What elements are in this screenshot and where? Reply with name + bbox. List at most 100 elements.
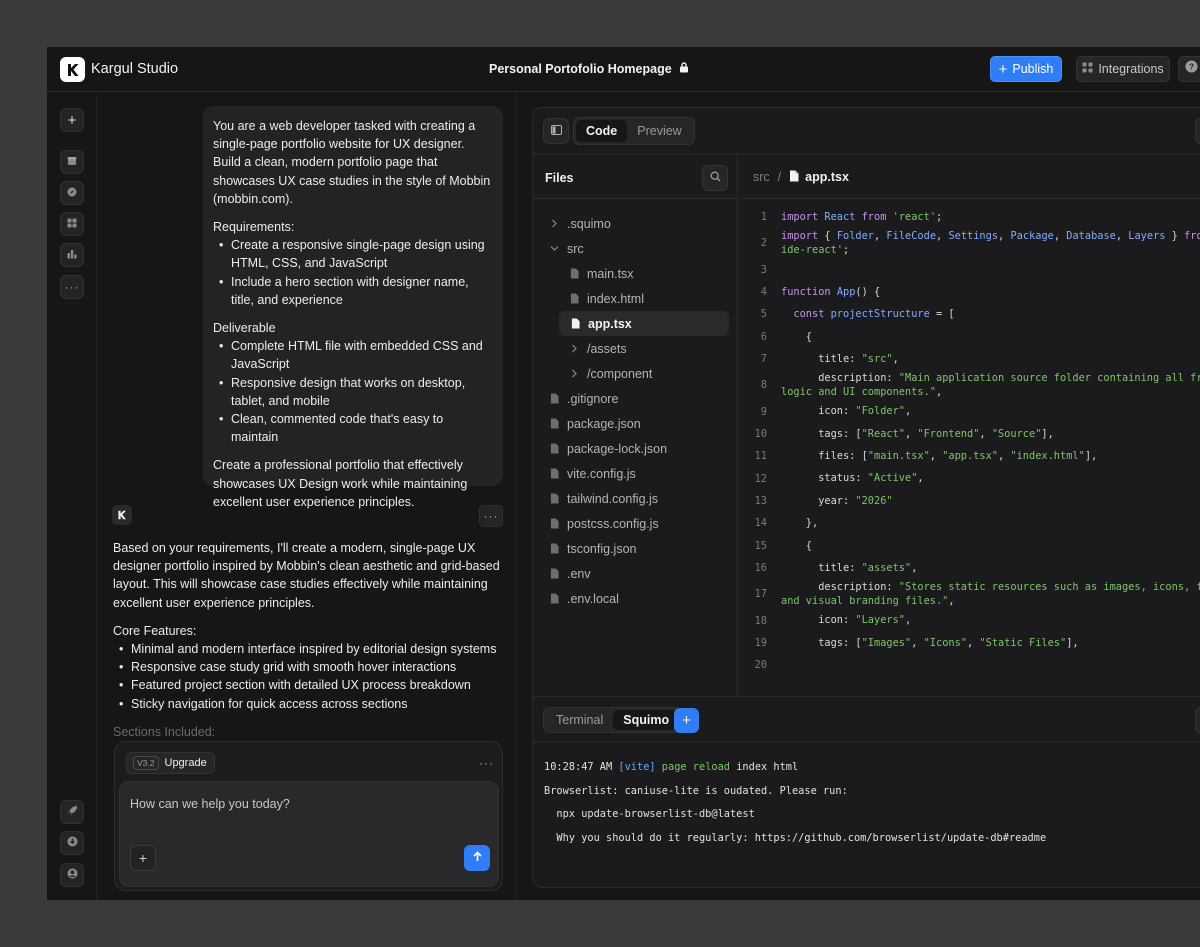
- rocket-icon: [67, 805, 78, 819]
- features-title: Core Features:: [113, 623, 197, 638]
- file-tree-item[interactable]: main.tsx: [533, 261, 738, 286]
- publish-label: Publish: [1012, 62, 1054, 76]
- deploy-button[interactable]: [60, 800, 84, 824]
- line-number: 3: [760, 263, 767, 276]
- terminal-line: 10:28:47 AM [vite] page reload index htm…: [544, 761, 799, 773]
- prompt-input[interactable]: How can we help you today? +: [119, 781, 499, 887]
- tab-terminal[interactable]: Terminal: [546, 710, 613, 730]
- terminal-action-button[interactable]: [1195, 707, 1200, 733]
- file-icon: [548, 443, 560, 454]
- box-icon: [67, 155, 77, 169]
- file-tree-item[interactable]: .env.local: [533, 586, 738, 611]
- assistant-message: Based on your requirements, I'll create …: [113, 539, 503, 713]
- code-line: 16 title: "assets",: [739, 557, 1200, 579]
- code-line: 6 {: [739, 326, 1200, 348]
- file-icon: [568, 293, 580, 304]
- line-number: 7: [760, 353, 767, 366]
- message-composer: V3.2 Upgrade ··· How can we help you tod…: [114, 741, 503, 891]
- file-tree-item[interactable]: /assets: [533, 336, 738, 361]
- help-icon: ?: [1185, 60, 1198, 78]
- code-content[interactable]: 1 import React from 'react'; 2 import { Fol…: [739, 206, 1200, 677]
- attach-button[interactable]: +: [130, 845, 156, 871]
- tab-code[interactable]: Code: [576, 120, 628, 142]
- code-line: 11 files: ["main.tsx", "app.tsx", "index…: [739, 445, 1200, 467]
- publish-button[interactable]: + Publish: [990, 56, 1062, 82]
- line-text: title: "assets",: [781, 562, 918, 575]
- line-number: 12: [754, 472, 767, 485]
- message-options-button[interactable]: ···: [479, 505, 503, 527]
- more-icon: ···: [64, 280, 80, 294]
- file-tree-item[interactable]: /component: [533, 361, 738, 386]
- prompt-placeholder: How can we help you today?: [130, 797, 290, 811]
- upgrade-button[interactable]: V3.2 Upgrade: [126, 752, 215, 774]
- code-line: 19 tags: ["Images", "Icons", "Static Fil…: [739, 632, 1200, 654]
- line-text: const projectStructure = [: [793, 308, 955, 321]
- more-button[interactable]: ···: [60, 275, 84, 299]
- new-chat-button[interactable]: +: [60, 108, 84, 132]
- line-text: },: [781, 517, 819, 530]
- tab-squimo[interactable]: Squimo: [613, 710, 680, 730]
- code-line: 2 import { Folder, FileCode, Settings, Pa…: [739, 228, 1200, 258]
- line-number: 16: [754, 562, 767, 575]
- integrations-button[interactable]: Integrations: [1076, 56, 1170, 82]
- download-button[interactable]: [60, 831, 84, 855]
- file-icon: [548, 393, 560, 404]
- files-title: Files: [545, 171, 574, 185]
- explore-button[interactable]: [60, 181, 84, 205]
- help-button[interactable]: ?: [1178, 56, 1200, 82]
- terminal-toolbar: Terminal Squimo +: [533, 696, 1200, 742]
- file-tree-item[interactable]: .env: [533, 561, 738, 586]
- breadcrumb-file[interactable]: app.tsx: [789, 170, 849, 185]
- user-icon: [67, 868, 78, 882]
- new-terminal-button[interactable]: +: [674, 708, 699, 733]
- plus-icon: +: [682, 712, 691, 729]
- code-line: 10 tags: ["React", "Frontend", "Source"]…: [739, 423, 1200, 445]
- line-text: icon: "Layers",: [781, 614, 912, 627]
- line-text: description: "Main application source fo…: [781, 371, 1200, 399]
- file-tree-item[interactable]: package-lock.json: [533, 436, 738, 461]
- panel-toolbar: Code Preview: [533, 108, 1200, 155]
- file-tree-item[interactable]: app.tsx: [559, 311, 729, 336]
- line-number: 2: [760, 237, 767, 250]
- line-number: 8: [760, 379, 767, 392]
- file-tree-item[interactable]: vite.config.js: [533, 461, 738, 486]
- file-tree-label: main.tsx: [587, 266, 634, 281]
- profile-button[interactable]: [60, 863, 84, 887]
- templates-button[interactable]: [60, 212, 84, 236]
- line-text: description: "Stores static resources su…: [781, 580, 1200, 608]
- line-text: tags: ["Images", "Icons", "Static Files"…: [781, 636, 1079, 649]
- file-search-button[interactable]: [702, 165, 728, 191]
- kargul-logo-icon[interactable]: [60, 57, 85, 82]
- line-number: 5: [760, 308, 767, 321]
- requirements-list: Create a responsive single-page design u…: [213, 236, 493, 309]
- left-rail: + ···: [47, 93, 97, 900]
- panel-action-button[interactable]: [1195, 118, 1200, 144]
- file-tree-item[interactable]: tsconfig.json: [533, 536, 738, 561]
- file-tree-item[interactable]: src: [533, 236, 738, 261]
- file-tree-label: .squimo: [567, 216, 611, 231]
- file-tree-item[interactable]: .gitignore: [533, 386, 738, 411]
- document-title[interactable]: Personal Portofolio Homepage: [489, 62, 689, 76]
- apps-grid-icon: [1082, 62, 1093, 76]
- file-tree-item[interactable]: package.json: [533, 411, 738, 436]
- projects-button[interactable]: [60, 150, 84, 174]
- breadcrumb-folder[interactable]: src: [753, 170, 770, 184]
- code-line: 17 description: "Stores static resources…: [739, 579, 1200, 609]
- list-item: Clean, commented code that's easy to mai…: [213, 410, 493, 446]
- code-line: 7 title: "src",: [739, 348, 1200, 370]
- send-button[interactable]: [464, 845, 490, 871]
- analytics-button[interactable]: [60, 243, 84, 267]
- user-message: You are a web developer tasked with crea…: [203, 106, 503, 509]
- code-line: 9 icon: "Folder",: [739, 400, 1200, 422]
- terminal-output[interactable]: 10:28:47 AM [vite] page reload index htm…: [544, 756, 1046, 850]
- file-tree-item[interactable]: index.html: [533, 286, 738, 311]
- list-item: Responsive case study grid with smooth h…: [113, 658, 503, 676]
- composer-options-button[interactable]: ···: [479, 756, 494, 770]
- toggle-sidebar-button[interactable]: [543, 118, 569, 144]
- file-tree-item[interactable]: .squimo: [533, 211, 738, 236]
- sections-title: Sections Included:: [113, 725, 216, 739]
- file-tree-item[interactable]: tailwind.config.js: [533, 486, 738, 511]
- tab-preview[interactable]: Preview: [627, 120, 691, 142]
- file-tree-item[interactable]: postcss.config.js: [533, 511, 738, 536]
- assistant-avatar-icon: [112, 505, 132, 525]
